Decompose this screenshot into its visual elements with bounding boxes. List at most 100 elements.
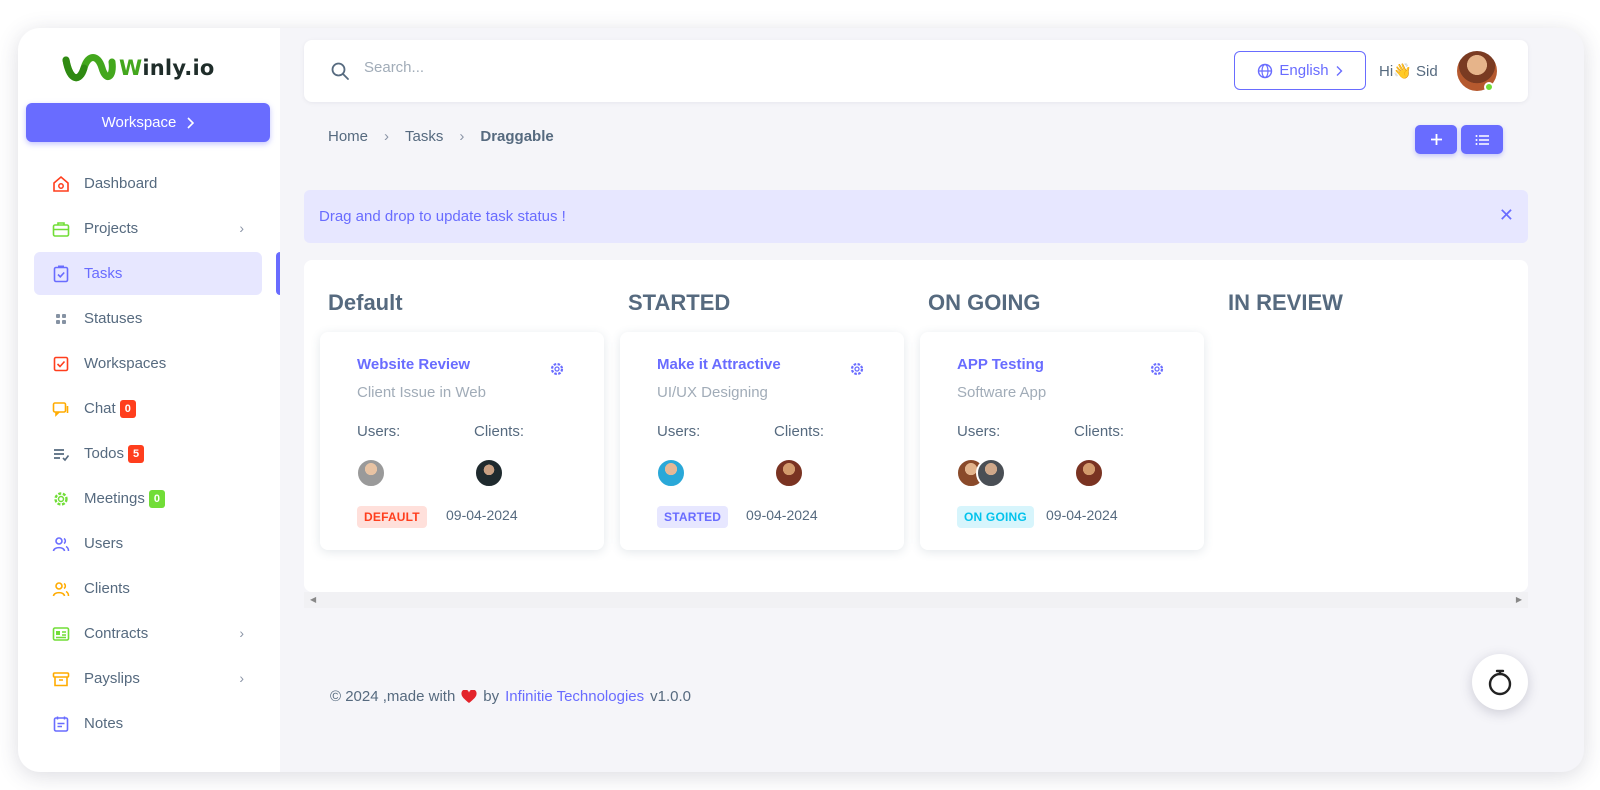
- language-label: English: [1279, 62, 1329, 79]
- app-version: v1.0.0: [650, 688, 691, 705]
- user-avatar[interactable]: [356, 458, 386, 488]
- company-link[interactable]: Infinitie Technologies: [505, 688, 644, 705]
- sidebar-item-contracts[interactable]: Contracts ›: [34, 612, 262, 655]
- workspace-button[interactable]: Workspace: [26, 103, 270, 142]
- alert-message: Drag and drop to update task status !: [319, 208, 566, 225]
- gear-icon[interactable]: [1149, 361, 1165, 382]
- task-card[interactable]: Website Review Client Issue in Web Users…: [320, 332, 604, 550]
- sidebar-item-label: Payslips: [84, 670, 140, 687]
- add-task-button[interactable]: [1415, 125, 1457, 154]
- close-icon[interactable]: ✕: [1499, 205, 1514, 226]
- sidebar-item-clients[interactable]: Clients: [34, 567, 262, 610]
- breadcrumb-current: Draggable: [480, 128, 554, 145]
- app-window: Winly.io Workspace Dashboard Projects › …: [18, 28, 1584, 772]
- task-title[interactable]: Make it Attractive: [657, 356, 781, 373]
- gear-icon[interactable]: [849, 361, 865, 382]
- task-title[interactable]: APP Testing: [957, 356, 1044, 373]
- chevron-right-icon: [1336, 65, 1343, 76]
- breadcrumb-home[interactable]: Home: [328, 128, 368, 145]
- task-subtitle: Software App: [957, 384, 1047, 401]
- search-input[interactable]: [364, 59, 564, 76]
- top-navbar: English Hi👋 Sid: [304, 40, 1528, 102]
- sidebar-item-label: Notes: [84, 715, 124, 732]
- sidebar-item-dashboard[interactable]: Dashboard: [34, 162, 262, 205]
- kanban-board: Default Website Review Client Issue in W…: [304, 260, 1528, 592]
- users-label: Users:: [357, 423, 401, 440]
- notes-icon: [52, 715, 70, 733]
- sidebar-item-todos[interactable]: Todos 5: [34, 432, 262, 475]
- contract-icon: [52, 625, 70, 643]
- status-badge: ON GOING: [957, 506, 1034, 528]
- task-subtitle: UI/UX Designing: [657, 384, 768, 401]
- task-date: 09-04-2024: [446, 507, 518, 523]
- list-icon: [1475, 134, 1489, 145]
- archive-icon: [52, 670, 70, 688]
- globe-icon: [1258, 63, 1273, 78]
- sidebar-item-label: Workspaces: [84, 355, 167, 372]
- breadcrumb-separator-icon: ›: [459, 128, 465, 145]
- gear-icon[interactable]: [549, 361, 565, 382]
- chat-icon: [52, 400, 70, 418]
- grid-dots-icon: [52, 310, 70, 328]
- user-avatar[interactable]: [656, 458, 686, 488]
- column-title: ON GOING: [928, 290, 1041, 315]
- task-card[interactable]: Make it Attractive UI/UX Designing Users…: [620, 332, 904, 550]
- chevron-right-icon: [187, 116, 195, 129]
- sidebar-item-statuses[interactable]: Statuses: [34, 297, 262, 340]
- client-avatar[interactable]: [1074, 458, 1104, 488]
- breadcrumb-tasks[interactable]: Tasks: [405, 128, 443, 145]
- sidebar-item-label: Dashboard: [84, 175, 158, 192]
- users-icon: [52, 535, 70, 553]
- column-title: Default: [328, 290, 403, 315]
- sidebar-item-users[interactable]: Users: [34, 522, 262, 565]
- brand-name: Winly.io: [119, 56, 215, 80]
- task-date: 09-04-2024: [1046, 507, 1118, 523]
- horizontal-scrollbar[interactable]: ◀ ▶: [304, 592, 1528, 608]
- client-avatar[interactable]: [474, 458, 504, 488]
- status-badge: STARTED: [657, 506, 729, 528]
- sidebar-item-label: Users: [84, 535, 124, 552]
- clients-label: Clients:: [1074, 423, 1125, 440]
- breadcrumb: Home › Tasks › Draggable: [328, 128, 554, 145]
- brand-logo[interactable]: Winly.io: [62, 50, 215, 86]
- plus-icon: [1430, 134, 1442, 145]
- clients-label: Clients:: [774, 423, 825, 440]
- users-label: Users:: [957, 423, 1001, 440]
- task-card[interactable]: APP Testing Software App Users: Clients:…: [920, 332, 1204, 550]
- sidebar-item-chat[interactable]: Chat 0: [34, 387, 262, 430]
- sidebar-item-projects[interactable]: Projects ›: [34, 207, 262, 250]
- sidebar-item-notes[interactable]: Notes: [34, 702, 262, 745]
- footer: © 2024 ,made with by Infinitie Technolog…: [330, 688, 691, 705]
- timer-button[interactable]: [1472, 654, 1528, 710]
- task-subtitle: Client Issue in Web: [357, 384, 486, 401]
- checkbox-icon: [52, 355, 70, 373]
- list-view-button[interactable]: [1461, 125, 1503, 154]
- sidebar: Winly.io Workspace Dashboard Projects › …: [18, 28, 280, 772]
- briefcase-icon: [52, 220, 70, 238]
- task-title[interactable]: Website Review: [357, 356, 470, 373]
- column-title: STARTED: [628, 290, 731, 315]
- language-selector[interactable]: English: [1234, 51, 1366, 90]
- sidebar-item-label: Clients: [84, 580, 130, 597]
- todo-list-icon: [52, 445, 70, 463]
- sidebar-item-workspaces[interactable]: Workspaces: [34, 342, 262, 385]
- user-avatar[interactable]: [976, 458, 1006, 488]
- scroll-right-icon[interactable]: ▶: [1516, 595, 1522, 604]
- info-alert: Drag and drop to update task status ! ✕: [304, 190, 1528, 243]
- workspace-label: Workspace: [101, 114, 177, 131]
- chat-count-badge: 0: [119, 399, 136, 418]
- scroll-left-icon[interactable]: ◀: [310, 595, 316, 604]
- sidebar-item-meetings[interactable]: Meetings 0: [34, 477, 262, 520]
- sidebar-item-label: Tasks: [84, 265, 123, 282]
- sidebar-item-payslips[interactable]: Payslips ›: [34, 657, 262, 700]
- sidebar-item-tasks[interactable]: Tasks: [34, 252, 280, 295]
- todos-count-badge: 5: [128, 444, 145, 463]
- chevron-right-icon: ›: [239, 670, 244, 686]
- client-avatar[interactable]: [774, 458, 804, 488]
- status-badge: DEFAULT: [357, 506, 427, 528]
- sidebar-item-label: Statuses: [84, 310, 143, 327]
- chevron-right-icon: ›: [239, 220, 244, 236]
- sidebar-nav: Dashboard Projects › Tasks Statuses Work…: [34, 162, 280, 747]
- sidebar-item-label: Todos: [84, 445, 125, 462]
- active-indicator: [276, 252, 280, 295]
